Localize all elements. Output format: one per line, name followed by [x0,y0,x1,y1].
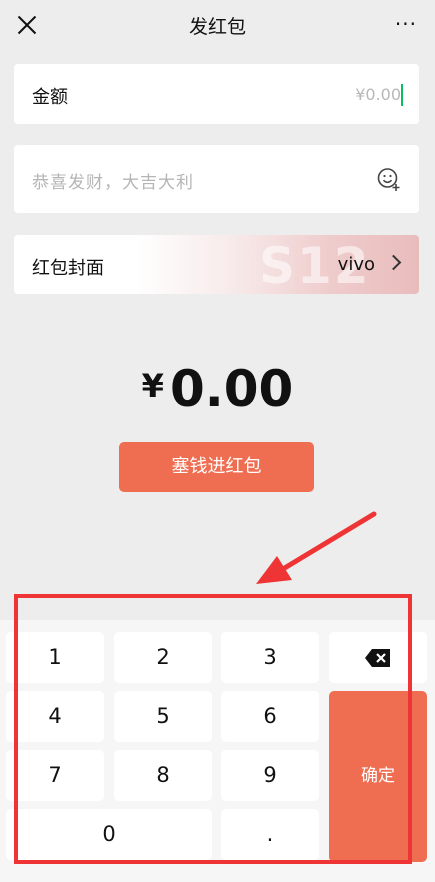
annotation-highlight-box [14,594,412,864]
